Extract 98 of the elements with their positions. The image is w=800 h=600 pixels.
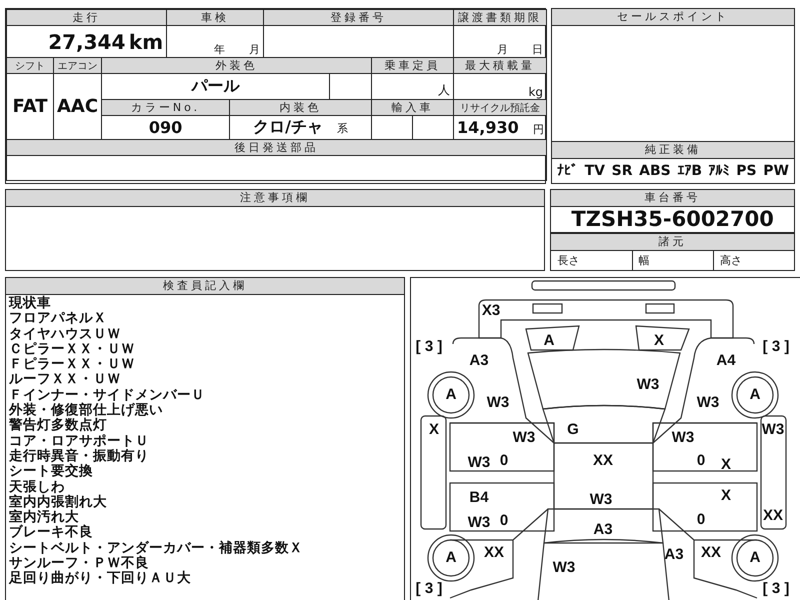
field-label: セールスポイント — [552, 9, 794, 26]
field-label: エアコン — [54, 58, 102, 74]
damage-code: A — [544, 332, 554, 349]
damage-code: 0 — [696, 510, 706, 528]
field-label: 内装色 — [230, 100, 372, 116]
damage-code: A — [446, 548, 456, 566]
tread-depth: [ 3 ] — [416, 338, 442, 355]
field-label: 注意事項欄 — [6, 190, 544, 207]
damage-code: G — [567, 420, 579, 438]
equipment-item: ﾅﾋﾞ — [557, 163, 578, 179]
field-label: 譲渡書類期限 — [454, 10, 547, 26]
field-label: 最大積載量 — [454, 58, 547, 74]
inspection-note: 警告灯多数点灯 — [9, 418, 108, 434]
damage-code: XX — [701, 544, 721, 561]
damage-code: A — [446, 386, 456, 403]
damage-code: B4 — [469, 488, 489, 506]
spec-label: 高さ — [720, 253, 742, 268]
unit-label: 系 — [336, 122, 348, 135]
inspection-note: 走行時異音・振動有り — [9, 448, 150, 464]
inspection-note: Ｆインナー・サイドメンバーＵ — [9, 388, 206, 403]
inspection-note: ルーフＸＸ・ＵＷ — [9, 372, 122, 388]
unit-label: 月 — [249, 43, 260, 56]
damage-code: X — [721, 486, 731, 504]
damage-code: W3 — [486, 394, 510, 411]
recycle-deposit-value: 14,930 — [457, 118, 519, 137]
damage-code: 0 — [500, 452, 508, 469]
damage-code: W3 — [512, 428, 536, 446]
field-label: リサイクル預託金 — [454, 100, 547, 116]
damage-code: A — [750, 548, 760, 566]
tread-depth: [ 3 ] — [762, 338, 790, 355]
damage-code: A3 — [593, 520, 613, 538]
inspection-note: シートベルト・アンダーカバー・補器類多数Ｘ — [9, 540, 304, 556]
damage-code: X — [654, 332, 664, 349]
equipment-item: PW — [763, 163, 789, 179]
damage-code: A3 — [664, 546, 684, 563]
inspection-note: フロアパネルＸ — [9, 311, 108, 327]
inspection-note: 室内内張割れ大 — [9, 494, 108, 510]
equipment-item: SR — [612, 163, 633, 179]
spec-label: 長さ — [557, 253, 580, 268]
damage-code: X — [721, 456, 731, 473]
equipment-item: ｴｱB — [677, 163, 702, 179]
field-label: 乗車定員 — [372, 58, 454, 74]
damage-code: X — [429, 420, 439, 438]
inspection-note: サンルーフ・ＰＷ不良 — [9, 556, 150, 572]
field-label: 検査員記入欄 — [6, 278, 404, 295]
damage-code: A3 — [469, 352, 489, 369]
spec-label: 幅 — [638, 253, 650, 268]
field-label: 諸元 — [551, 233, 794, 251]
unit-label: km — [128, 30, 164, 54]
inspection-note: 室内汚れ大 — [9, 510, 80, 526]
damage-code: W3 — [636, 376, 660, 393]
inspection-note: 現状車 — [9, 296, 52, 312]
inspection-note: コア・ロアサポートＵ — [9, 434, 150, 449]
damage-code: XX — [763, 506, 783, 524]
damage-code: 0 — [696, 452, 706, 469]
field-label: 走行 — [6, 10, 167, 26]
tread-depth: [ 3 ] — [762, 580, 790, 597]
damage-code: W3 — [762, 420, 784, 438]
damage-code: 0 — [500, 512, 508, 529]
field-label: 輸入車 — [372, 100, 454, 116]
damage-code: W3 — [590, 490, 612, 508]
inspection-note: ブレーキ不良 — [9, 525, 94, 541]
field-label: 純正装備 — [552, 141, 794, 159]
inspection-note: ＦピラーＸＸ・ＵＷ — [9, 357, 136, 372]
mileage-value: 27,344 — [48, 30, 126, 54]
field-label: シフト — [6, 58, 54, 74]
equipment-item: ABS — [639, 163, 671, 179]
damage-code: W3 — [468, 454, 490, 471]
equipment-item: TV — [584, 163, 606, 179]
unit-label: 円 — [532, 123, 544, 136]
inspection-note: シート要交換 — [9, 464, 94, 480]
interior-color-value: クロ/チャ — [253, 117, 323, 136]
inspection-note: 天張しわ — [9, 480, 65, 495]
field-label: 登録番号 — [264, 10, 454, 26]
equipment-item: ｱﾙﾐ — [708, 163, 730, 179]
inspection-note: タイヤハウスＵＷ — [9, 326, 122, 342]
damage-code: W3 — [696, 394, 720, 411]
field-label: 車検 — [166, 10, 264, 26]
damage-code: W3 — [672, 428, 694, 446]
field-label: 後日発送部品 — [6, 140, 547, 156]
field-label: 車台番号 — [551, 190, 794, 207]
unit-label: 月 — [497, 43, 508, 56]
tread-depth: [ 3 ] — [416, 580, 442, 597]
damage-code: XX — [484, 544, 504, 561]
damage-code: X3 — [482, 302, 500, 319]
equipment-item: PS — [736, 163, 757, 179]
unit-label: 年 — [214, 43, 226, 56]
field-label: 外装色 — [102, 58, 372, 74]
damage-code: XX — [593, 452, 613, 469]
inspection-note: 外装・修復部仕上げ悪い — [9, 403, 164, 418]
damage-code: A — [750, 386, 760, 403]
damage-code: W3 — [552, 558, 576, 576]
field-label: カラーNo. — [102, 100, 230, 116]
damage-code: W3 — [468, 514, 490, 531]
inspection-note: ＣピラーＸＸ・ＵＷ — [9, 342, 136, 357]
unit-label: 日 — [532, 43, 544, 56]
damage-code: A4 — [716, 352, 736, 369]
inspection-note: 足回り曲がり・下回りＡＵ大 — [9, 571, 192, 587]
